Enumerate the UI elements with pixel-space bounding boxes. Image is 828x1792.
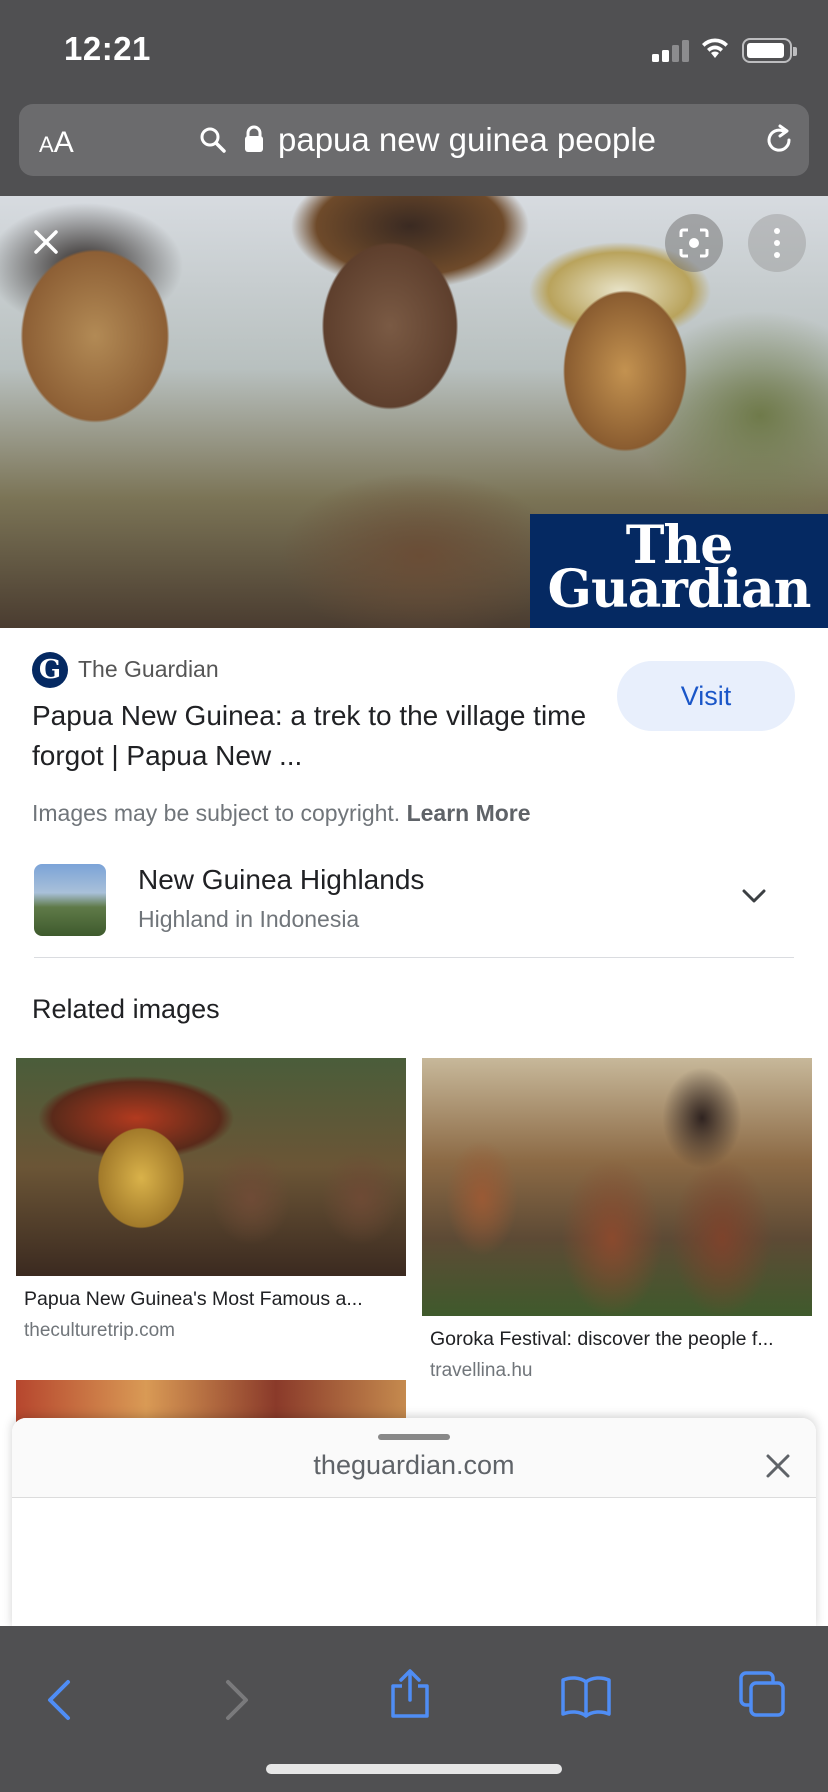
copyright-text: Images may be subject to copyright.: [32, 800, 401, 826]
chevron-down-icon[interactable]: [740, 886, 768, 906]
related-caption-1[interactable]: Papua New Guinea's Most Famous a...: [24, 1288, 363, 1311]
address-bar[interactable]: AA papua new guinea people: [19, 104, 809, 176]
status-time: 12:21: [64, 30, 151, 67]
back-icon[interactable]: [44, 1678, 74, 1722]
more-vert-icon[interactable]: [748, 214, 806, 272]
share-icon[interactable]: [388, 1668, 432, 1720]
lock-icon: [245, 125, 263, 152]
battery-icon: [742, 38, 797, 63]
bookmarks-icon[interactable]: [560, 1674, 612, 1718]
entity-card[interactable]: New Guinea Highlands Highland in Indones…: [34, 864, 794, 958]
text-size-button[interactable]: AA: [39, 126, 74, 160]
status-bar: 12:21: [0, 0, 828, 100]
result-title[interactable]: Papua New Guinea: a trek to the village …: [32, 696, 592, 776]
close-icon[interactable]: [764, 1452, 792, 1480]
visit-button[interactable]: Visit: [617, 661, 795, 731]
cellular-signal-icon: [652, 40, 690, 62]
sheet-header[interactable]: theguardian.com: [12, 1418, 816, 1498]
forward-icon[interactable]: [222, 1678, 252, 1722]
page-content: The Guardian G The Guardian Visit Papua …: [0, 196, 828, 1626]
lens-button[interactable]: [665, 214, 723, 272]
copyright-notice: Images may be subject to copyright. Lear…: [32, 800, 531, 827]
site-preview-sheet[interactable]: theguardian.com: [12, 1418, 816, 1628]
source-name: The Guardian: [78, 656, 219, 682]
entity-subtitle: Highland in Indonesia: [138, 906, 360, 932]
sheet-grabber[interactable]: [378, 1434, 450, 1440]
sheet-domain: theguardian.com: [313, 1450, 515, 1480]
related-image-1[interactable]: [16, 1058, 406, 1276]
close-icon[interactable]: [28, 224, 64, 260]
lens-icon: [679, 228, 709, 258]
search-query-text[interactable]: papua new guinea people: [278, 121, 656, 159]
related-source-1: theculturetrip.com: [24, 1320, 176, 1341]
reload-icon[interactable]: [761, 122, 797, 158]
entity-thumbnail: [34, 864, 106, 936]
badge-line-2: Guardian: [547, 559, 812, 620]
related-source-2: travellina.hu: [430, 1360, 533, 1381]
related-image-2[interactable]: [422, 1058, 812, 1316]
entity-name: New Guinea Highlands: [138, 864, 425, 895]
home-indicator[interactable]: [266, 1764, 562, 1774]
guardian-logo-icon: G: [32, 652, 68, 688]
wifi-icon: [702, 38, 728, 58]
search-icon: [200, 127, 226, 153]
tabs-icon[interactable]: [738, 1670, 786, 1718]
related-caption-2[interactable]: Goroka Festival: discover the people f..…: [430, 1328, 774, 1351]
related-images-heading: Related images: [32, 994, 220, 1024]
guardian-watermark: The Guardian: [530, 514, 828, 628]
learn-more-link[interactable]: Learn More: [407, 800, 531, 826]
preview-image[interactable]: The Guardian: [0, 196, 828, 628]
